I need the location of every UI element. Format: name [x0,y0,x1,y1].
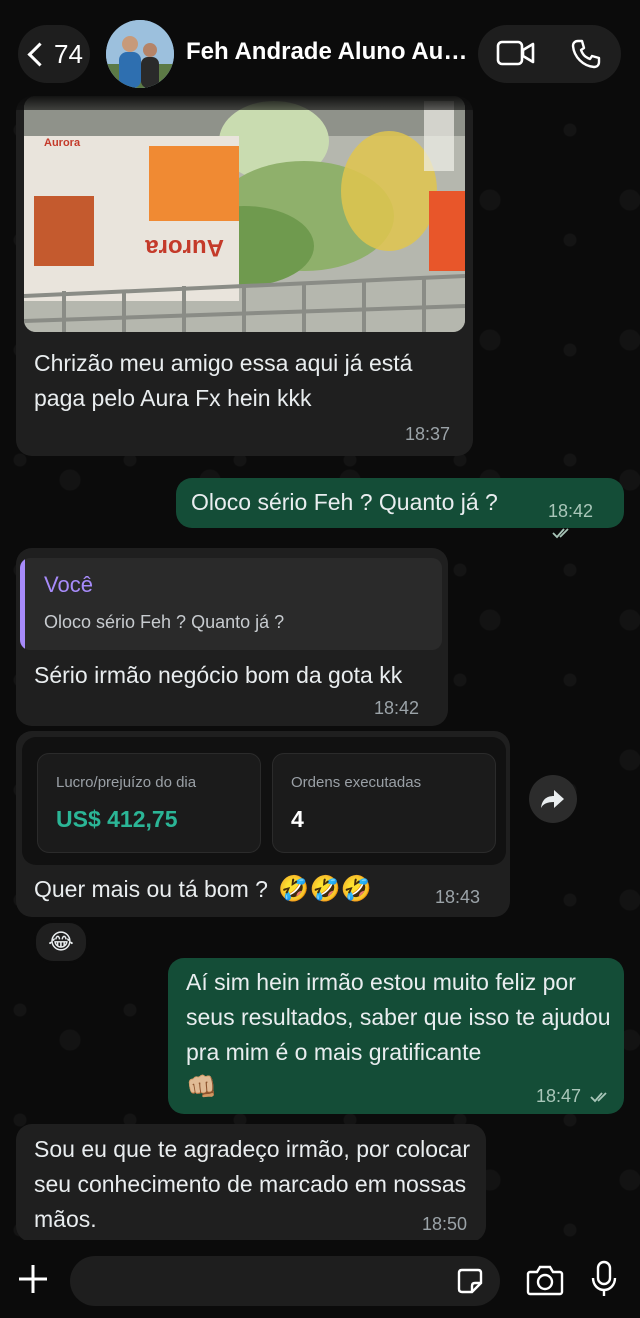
quote-accent-bar [20,558,25,650]
message-time: 18:42 [548,501,594,521]
forward-button[interactable] [529,775,577,823]
message-bubble-incoming[interactable]: Você Oloco sério Feh ? Quanto já ? Sério… [16,548,448,726]
message-image[interactable]: Aurora Aurora [24,96,465,332]
avatar[interactable] [106,20,174,88]
package-brand-label: Aurora [145,234,224,261]
grocery-cart-photo: Aurora Aurora [24,96,465,332]
message-time: 18:42 [374,698,420,718]
message-reaction[interactable]: 😂 [34,921,88,963]
camera-icon[interactable] [526,1264,564,1296]
message-bubble-outgoing[interactable]: Aí sim hein irmão estou muito feliz por … [168,958,624,1114]
read-ticks-icon [552,528,569,539]
quoted-message[interactable]: Você Oloco sério Feh ? Quanto já ? [20,558,442,650]
message-time: 18:47 [536,1086,582,1106]
unread-count: 74 [54,38,83,69]
back-button[interactable]: 74 [18,25,90,83]
back-chevron-icon [27,41,52,67]
message-text: Sério irmão negócio bom da gota kk [34,662,403,688]
message-input[interactable] [70,1256,500,1306]
trading-stats-image[interactable]: Lucro/prejuízo do dia US$ 412,75 Ordens … [22,737,506,865]
message-text: Aí sim hein irmão estou muito feliz por … [186,969,611,1065]
message-caption: Quer mais ou tá bom ? 🤣🤣🤣 [34,872,372,907]
read-ticks-icon [590,1092,607,1103]
package-brand-label-small: Aurora [44,137,81,149]
message-text: Sou eu que te agradeço irmão, por coloca… [34,1136,470,1232]
microphone-icon[interactable] [591,1260,617,1298]
plus-icon[interactable] [16,1262,50,1296]
chat-header: 74 Feh Andrade Aluno Aura Fx [0,0,640,110]
stat-card-profit: Lucro/prejuízo do dia US$ 412,75 [37,753,261,853]
contact-name[interactable]: Feh Andrade Aluno Aura Fx [186,38,471,66]
message-bubble-outgoing[interactable]: Oloco sério Feh ? Quanto já ? 18:42 [176,478,624,539]
call-actions [478,25,621,83]
sticker-icon[interactable] [456,1267,484,1295]
stat-value: 4 [291,806,304,832]
composer-bar [0,1240,640,1318]
message-time: 18:50 [422,1214,468,1234]
contact-photo [106,20,174,88]
forward-icon [541,790,564,808]
message-emoji: 👊🏼 [186,1073,218,1101]
message-time: 18:43 [435,887,481,907]
message-bubble-incoming[interactable]: Aurora Aurora Chrizão meu amigo essa aqu… [16,96,473,456]
quote-author: Você [44,572,93,597]
stat-label: Ordens executadas [291,774,422,791]
video-call-icon[interactable] [496,37,536,69]
stat-label: Lucro/prejuízo do dia [56,774,197,791]
message-emojis: 🤣🤣🤣 [278,875,372,903]
phone-icon[interactable] [570,38,602,70]
message-text: Oloco sério Feh ? Quanto já ? [191,489,498,515]
stat-value: US$ 412,75 [56,806,178,832]
message-bubble-incoming[interactable]: Sou eu que te agradeço irmão, por coloca… [16,1124,486,1242]
quote-text: Oloco sério Feh ? Quanto já ? [44,612,285,632]
message-time: 18:37 [405,424,451,444]
message-text: Chrizão meu amigo essa aqui já está paga… [34,350,413,411]
message-text: Quer mais ou tá bom ? [34,876,268,902]
stat-card-orders: Ordens executadas 4 [272,753,496,853]
